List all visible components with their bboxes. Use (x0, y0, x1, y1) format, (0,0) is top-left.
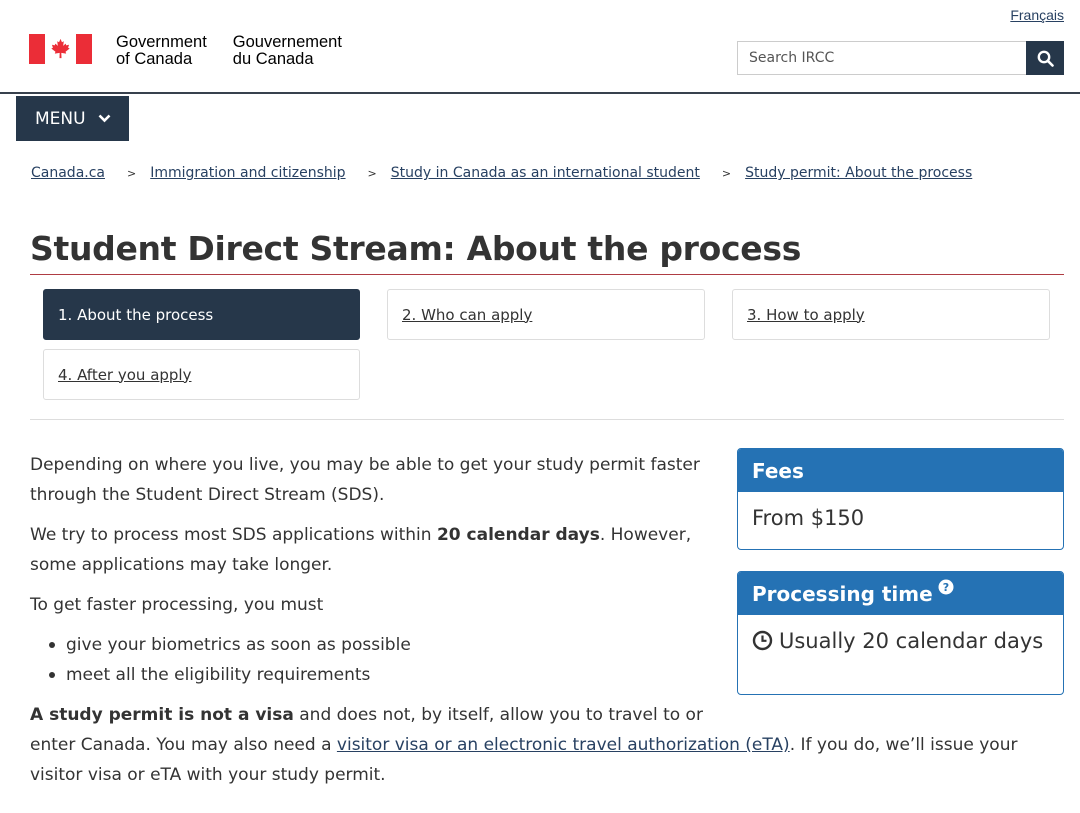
step-label: 1. About the process (58, 305, 214, 324)
title-divider (30, 274, 1064, 275)
menu-button[interactable]: MENU (16, 96, 129, 141)
signature-wordmark: Government of Canada Gouvernement du Can… (116, 34, 368, 68)
breadcrumb-separator: > (721, 167, 732, 180)
processing-paragraph: We try to process most SDS applications … (30, 525, 692, 575)
step-about-the-process[interactable]: 1. About the process (43, 289, 360, 340)
signature-en-line1: Government (116, 33, 207, 51)
breadcrumb: Canada.ca > Immigration and citizenship … (31, 164, 972, 183)
step-after-you-apply[interactable]: 4. After you apply (43, 349, 360, 400)
step-who-can-apply[interactable]: 2. Who can apply (387, 289, 705, 340)
breadcrumb-link-immigration[interactable]: Immigration and citizenship (150, 165, 345, 181)
step-label[interactable]: 3. How to apply (747, 306, 865, 324)
menu-label: MENU (35, 108, 86, 129)
breadcrumb-link-canada[interactable]: Canada.ca (31, 165, 105, 181)
svg-text:?: ? (942, 581, 948, 594)
language-toggle-link[interactable]: Français (1010, 7, 1064, 23)
canada-flag-icon (29, 34, 92, 64)
list-item: meet all the eligibility requirements (30, 660, 720, 690)
header-divider (0, 92, 1080, 94)
search-form (737, 41, 1064, 75)
clock-icon (752, 630, 773, 651)
page-title: Student Direct Stream: About the process (30, 229, 802, 268)
breadcrumb-separator: > (367, 167, 377, 180)
list-item: give your biometrics as soon as possible (30, 630, 720, 660)
requirements-intro: To get faster processing, you must (30, 595, 324, 615)
processing-time-heading: Processing time ? (738, 572, 1063, 615)
government-signature[interactable]: Government of Canada Gouvernement du Can… (29, 34, 368, 68)
visa-notice-paragraph: A study permit is not a visa and does no… (30, 705, 1018, 785)
search-icon (1037, 50, 1054, 67)
processing-time-panel: Processing time ? Usually 20 calendar da… (737, 571, 1064, 695)
visitor-visa-eta-link[interactable]: visitor visa or an electronic travel aut… (337, 735, 790, 755)
processing-time-value: Usually 20 calendar days (738, 615, 1063, 667)
signature-fr-line1: Gouvernement (232, 33, 342, 51)
step-label[interactable]: 4. After you apply (58, 366, 191, 384)
fees-panel-heading: Fees (738, 449, 1063, 492)
search-input[interactable] (737, 41, 1026, 75)
chevron-down-icon (98, 114, 111, 123)
help-icon[interactable]: ? (938, 579, 954, 595)
signature-en-line2: of Canada (116, 50, 193, 68)
breadcrumb-link-study-permit[interactable]: Study permit: About the process (745, 165, 972, 181)
search-button[interactable] (1026, 41, 1064, 75)
steps-divider (30, 419, 1064, 420)
main-content: Depending on where you live, you may be … (30, 450, 1017, 790)
step-how-to-apply[interactable]: 3. How to apply (732, 289, 1050, 340)
requirements-list: give your biometrics as soon as possible… (30, 630, 720, 690)
breadcrumb-link-study[interactable]: Study in Canada as an international stud… (391, 165, 700, 181)
step-label[interactable]: 2. Who can apply (402, 306, 532, 324)
fees-panel: Fees From $150 (737, 448, 1064, 550)
fees-value: From $150 (752, 506, 865, 530)
intro-paragraph: Depending on where you live, you may be … (30, 455, 700, 505)
signature-fr-line2: du Canada (232, 50, 314, 68)
breadcrumb-separator: > (127, 167, 137, 180)
